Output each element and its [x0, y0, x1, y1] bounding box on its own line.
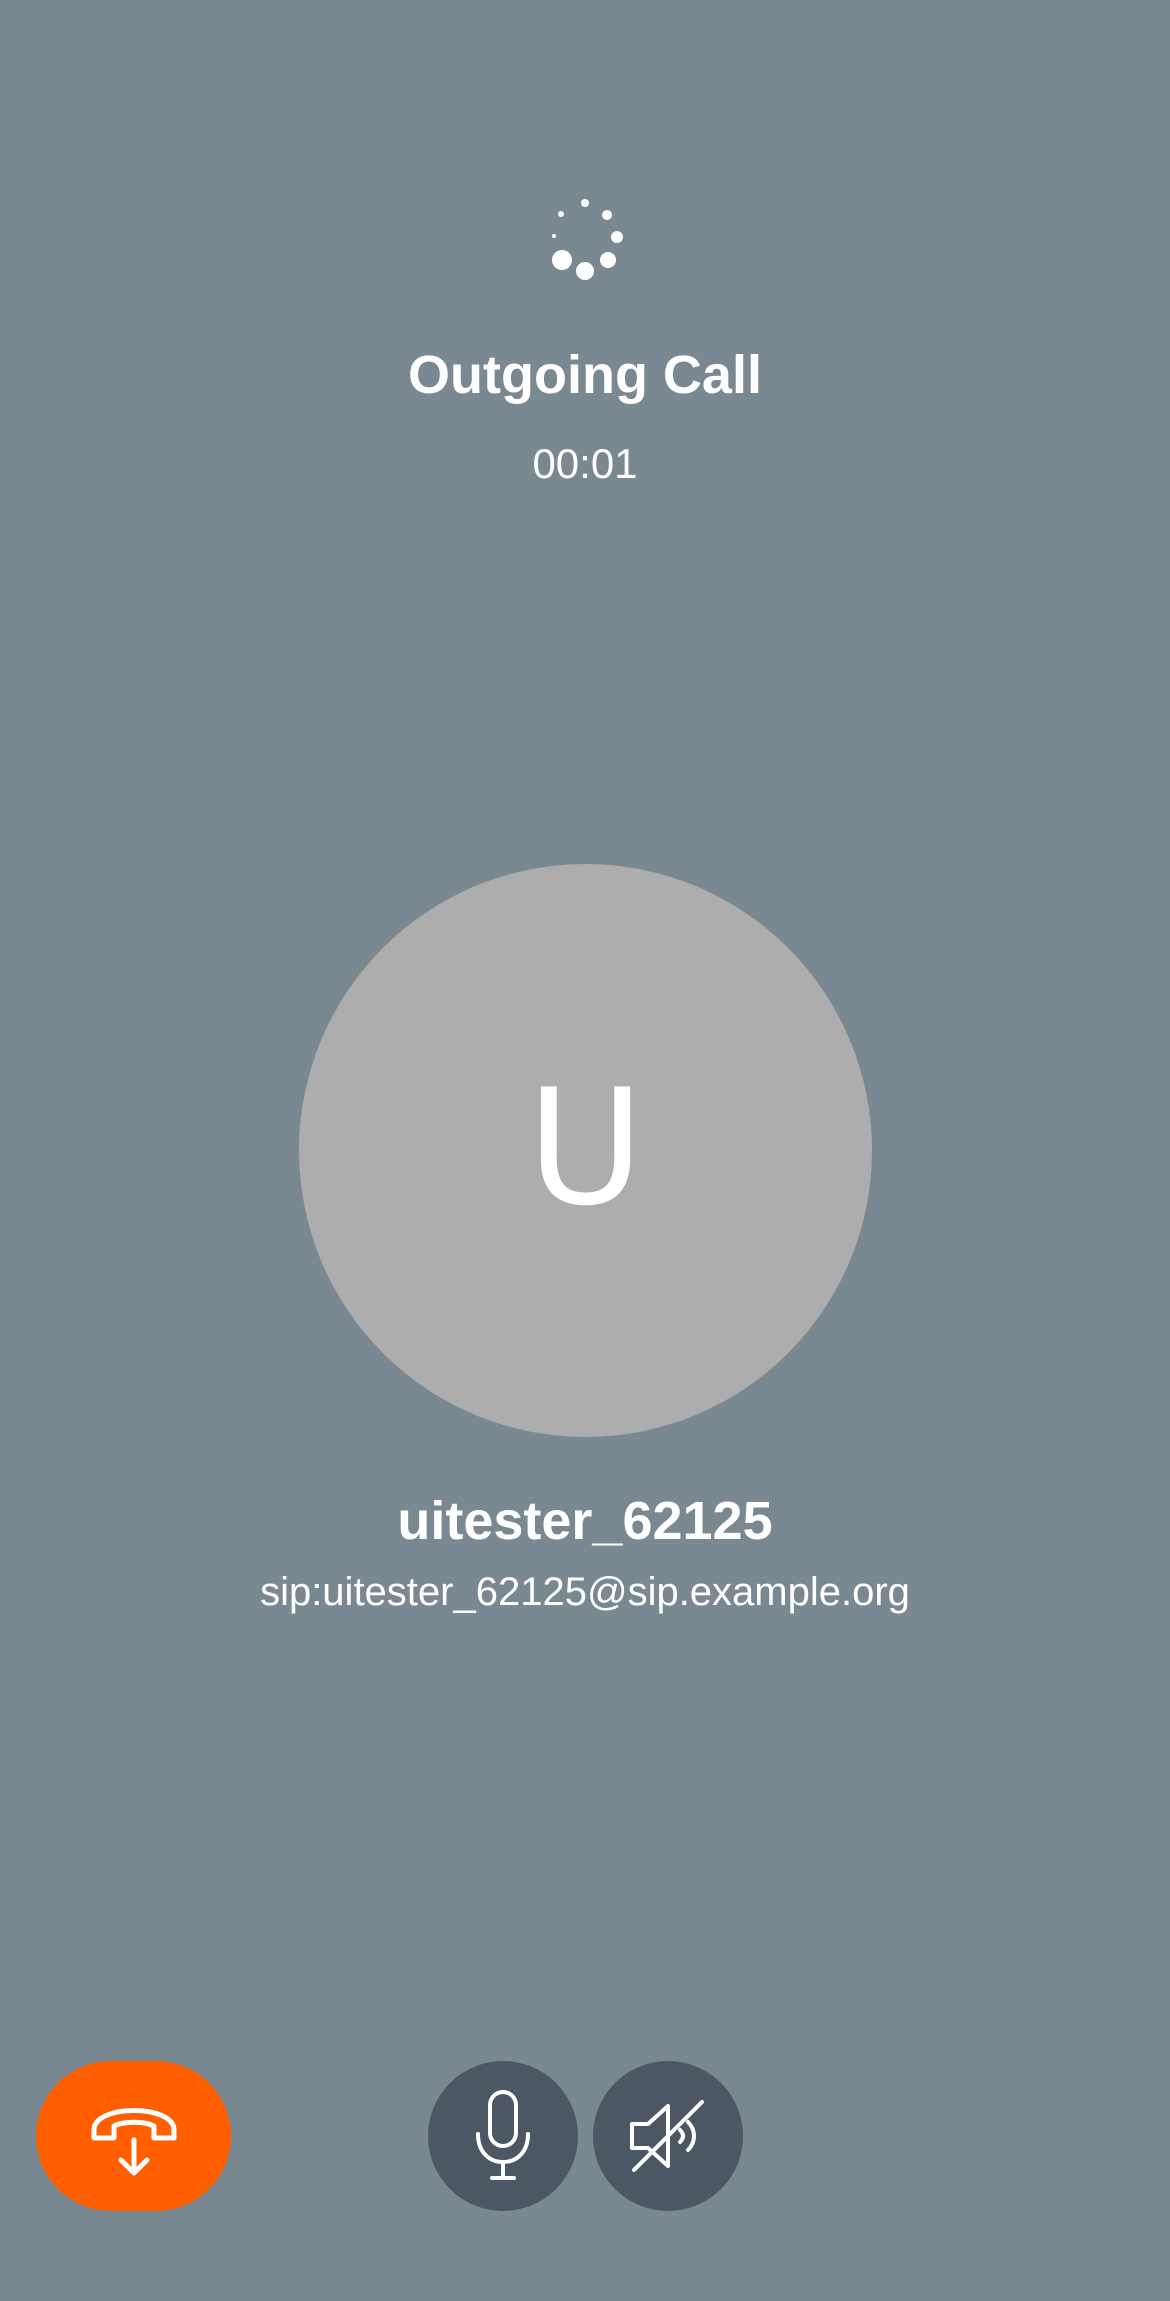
microphone-icon — [468, 2088, 538, 2184]
contact-sip-address: sip:uitester_62125@sip.example.org — [260, 1570, 910, 1614]
avatar-initial: U — [526, 1053, 645, 1241]
hang-up-phone-icon — [88, 2094, 180, 2178]
hang-up-button[interactable] — [36, 2061, 231, 2211]
avatar: U — [299, 864, 872, 1437]
microphone-button[interactable] — [428, 2061, 578, 2211]
loading-spinner-icon — [545, 195, 625, 285]
call-timer: 00:01 — [532, 440, 638, 487]
speaker-toggle-button[interactable] — [593, 2061, 743, 2211]
contact-name: uitester_62125 — [397, 1491, 773, 1551]
call-status-title: Outgoing Call — [408, 345, 762, 405]
speaker-muted-icon — [626, 2094, 710, 2178]
